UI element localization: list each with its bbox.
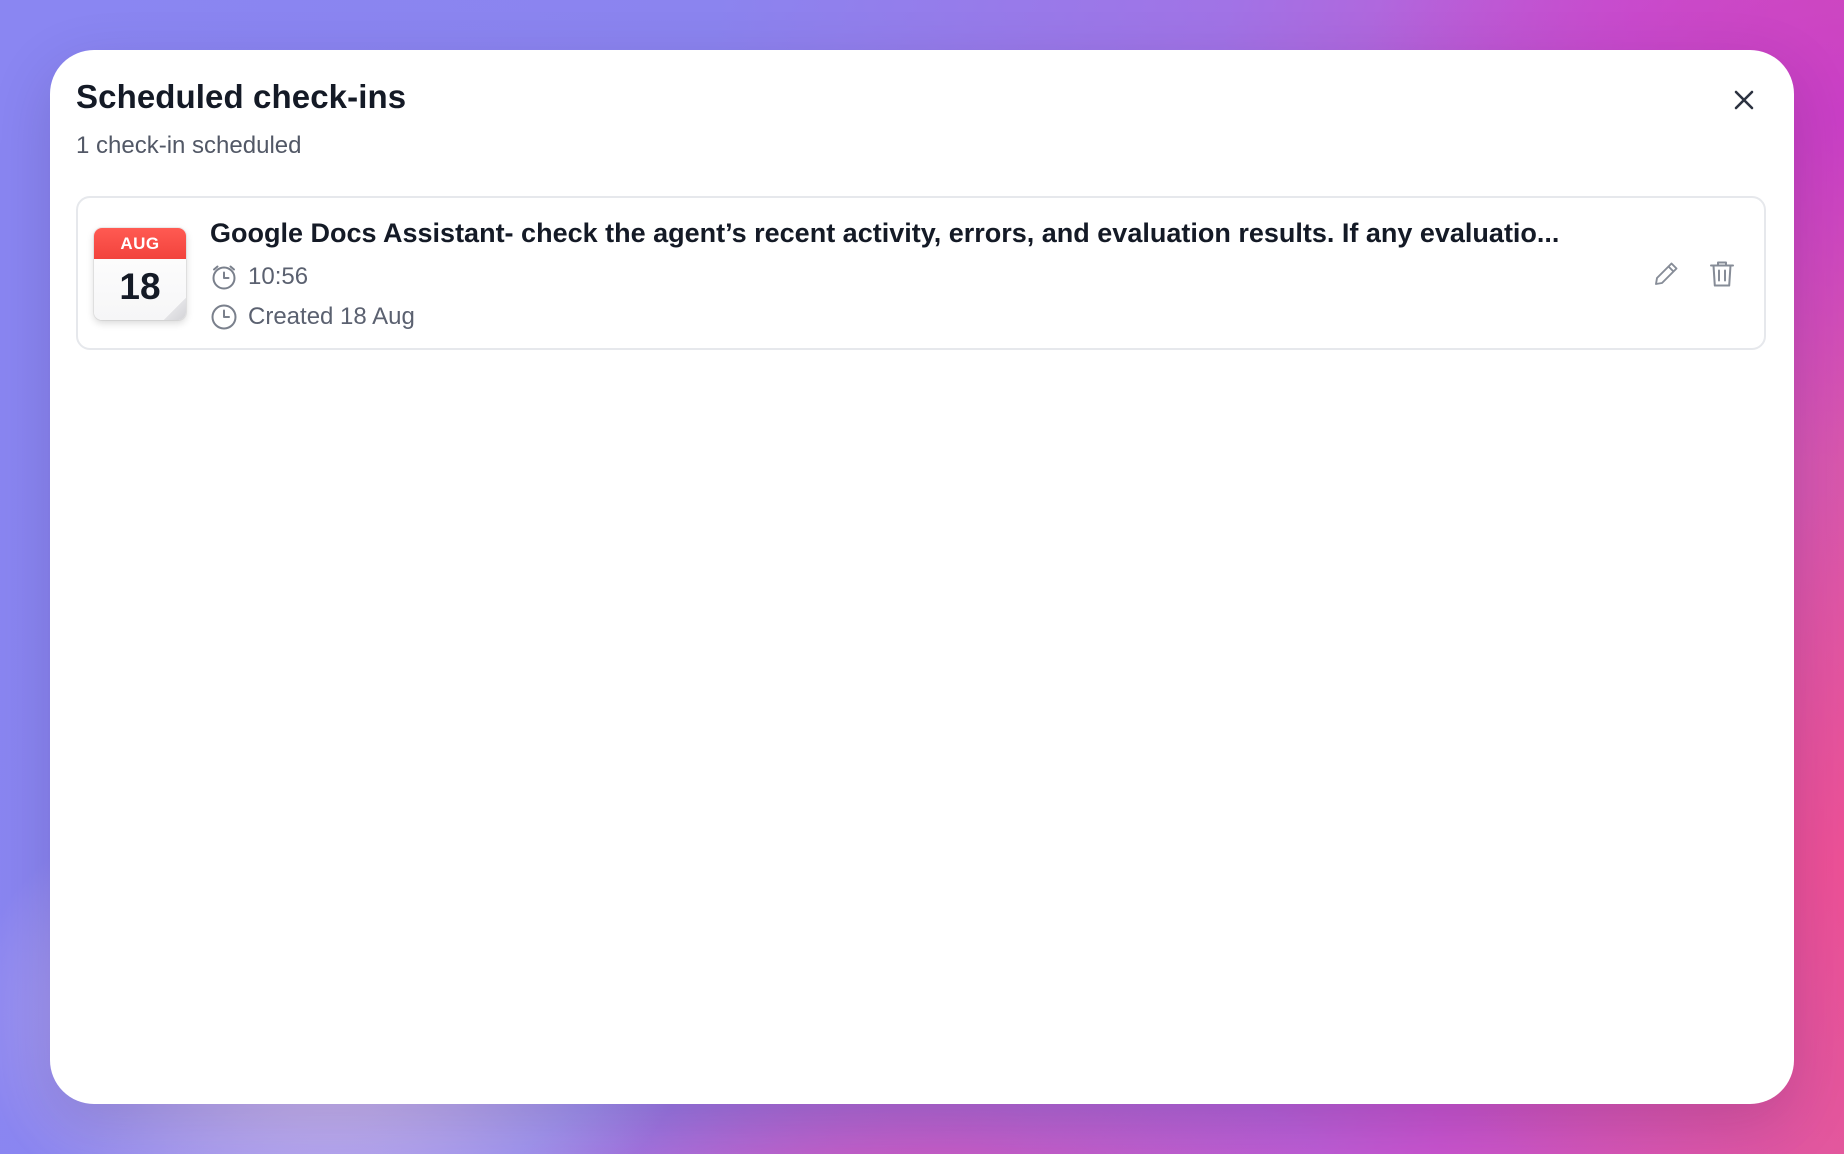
delete-button[interactable]	[1704, 256, 1740, 292]
calendar-month: AUG	[94, 228, 186, 259]
checkin-count: 1 check-in scheduled	[76, 132, 302, 159]
checkin-time-row: 10:56	[210, 263, 308, 291]
page-curl	[164, 298, 186, 320]
calendar-icon: AUG 18	[94, 228, 186, 320]
clock-icon	[211, 304, 237, 330]
scheduled-checkins-dialog: Scheduled check-ins 1 check-in scheduled…	[50, 50, 1794, 1104]
edit-button[interactable]	[1648, 256, 1684, 292]
close-button[interactable]	[1724, 80, 1764, 120]
checkin-created: Created 18 Aug	[248, 303, 415, 330]
checkin-time: 10:56	[248, 263, 309, 290]
pencil-icon	[1655, 262, 1678, 285]
trash-icon	[1710, 261, 1734, 287]
checkin-title: Google Docs Assistant- check the agent’s…	[210, 218, 1560, 248]
checkin-created-row: Created 18 Aug	[210, 303, 415, 331]
alarm-clock-icon	[212, 265, 236, 290]
dialog-title: Scheduled check-ins	[76, 78, 407, 115]
close-icon	[1734, 90, 1754, 110]
checkin-card[interactable]: AUG 18 Google Docs Assistant- check the …	[76, 196, 1766, 350]
